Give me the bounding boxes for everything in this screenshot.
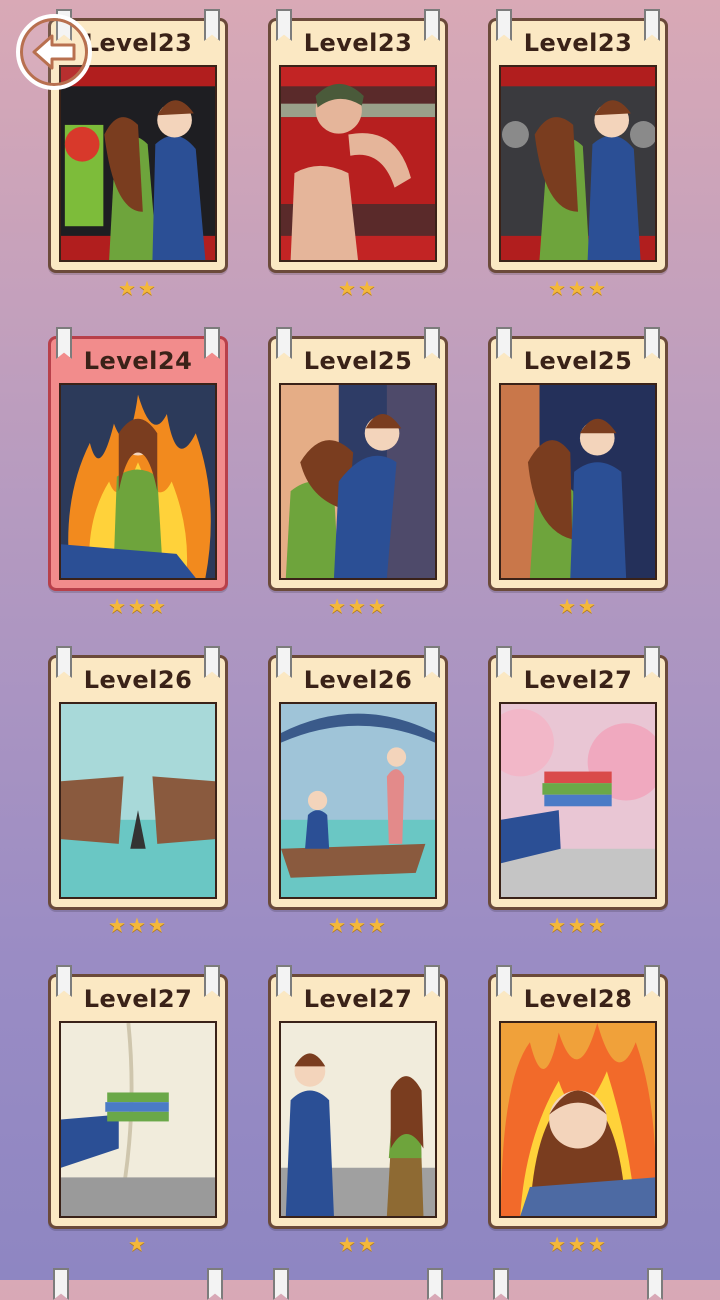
level-label: Level25 — [523, 347, 633, 375]
ribbon-decoration — [207, 1268, 223, 1300]
left-arrow-icon — [32, 34, 76, 70]
star-rating: ★★★ — [548, 913, 608, 937]
level-card[interactable]: Level23 — [488, 9, 668, 273]
star-rating: ★★★ — [328, 913, 388, 937]
level-label: Level24 — [83, 347, 193, 375]
level-thumbnail — [499, 702, 657, 899]
star-rating: ★★ — [118, 276, 158, 300]
level-label: Level25 — [303, 347, 413, 375]
level-thumbnail — [279, 383, 437, 580]
level-label: Level23 — [303, 29, 413, 57]
star-rating: ★★ — [338, 276, 378, 300]
star-rating: ★★★ — [108, 913, 168, 937]
ribbon-decoration — [427, 1268, 443, 1300]
level-card[interactable]: Level25 — [488, 327, 668, 591]
level-grid: Level23 ★★ Level23 ★★ Level23 ★★★ Level2… — [0, 0, 720, 1300]
level-thumbnail — [59, 1021, 217, 1218]
level-label: Level27 — [523, 666, 633, 694]
star-rating: ★ — [128, 1232, 148, 1256]
level-label: Level26 — [303, 666, 413, 694]
star-rating: ★★★ — [548, 1232, 608, 1256]
back-button[interactable] — [16, 14, 92, 90]
level-card[interactable]: Level23 — [268, 9, 448, 273]
level-thumbnail — [499, 65, 657, 262]
level-thumbnail — [59, 65, 217, 262]
star-rating: ★★ — [338, 1232, 378, 1256]
level-card[interactable]: Level28 — [488, 965, 668, 1229]
level-card[interactable]: Level26 — [268, 646, 448, 910]
level-thumbnail — [499, 383, 657, 580]
star-rating: ★★ — [558, 594, 598, 618]
level-thumbnail — [59, 383, 217, 580]
level-thumbnail — [279, 65, 437, 262]
ribbon-decoration — [493, 1268, 509, 1300]
level-thumbnail — [499, 1021, 657, 1218]
level-card[interactable]: Level27 — [268, 965, 448, 1229]
level-card[interactable]: Level25 — [268, 327, 448, 591]
star-rating: ★★★ — [328, 594, 388, 618]
level-thumbnail — [279, 702, 437, 899]
ribbon-decoration — [53, 1268, 69, 1300]
star-rating: ★★★ — [548, 276, 608, 300]
ribbon-decoration — [273, 1268, 289, 1300]
level-label: Level23 — [523, 29, 633, 57]
level-label: Level27 — [83, 985, 193, 1013]
level-card[interactable]: Level26 — [48, 646, 228, 910]
level-thumbnail — [59, 702, 217, 899]
star-rating: ★★★ — [108, 594, 168, 618]
level-label: Level26 — [83, 666, 193, 694]
level-card-current[interactable]: Level24 — [48, 327, 228, 591]
level-card[interactable]: Level27 — [488, 646, 668, 910]
level-label: Level28 — [523, 985, 633, 1013]
level-card[interactable]: Level27 — [48, 965, 228, 1229]
ribbon-decoration — [647, 1268, 663, 1300]
level-thumbnail — [279, 1021, 437, 1218]
level-label: Level27 — [303, 985, 413, 1013]
